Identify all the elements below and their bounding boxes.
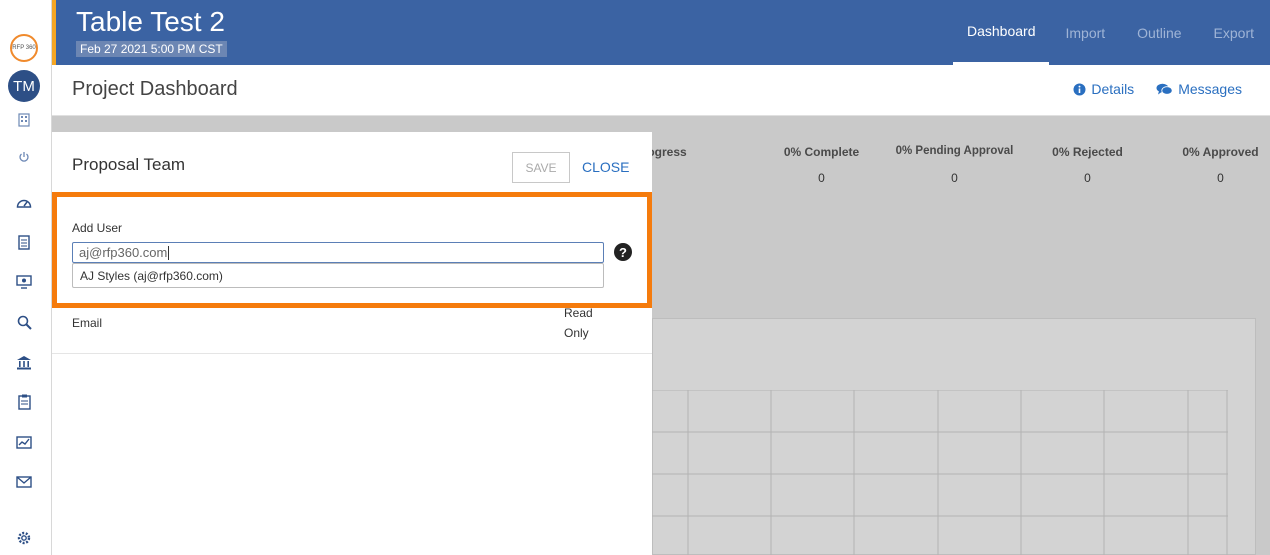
project-title: Table Test 2 (76, 6, 225, 37)
tab-export[interactable]: Export (1198, 0, 1270, 65)
chart-icon[interactable] (0, 430, 48, 454)
help-icon[interactable]: ? (614, 243, 632, 261)
building-icon[interactable] (0, 108, 48, 132)
messages-link[interactable]: Messages (1156, 81, 1242, 97)
stat-rejected: 0% Rejected 0 (1021, 145, 1154, 185)
document-icon[interactable] (0, 230, 48, 254)
top-nav: Dashboard Import Outline Export (952, 0, 1270, 65)
chart-grid (652, 390, 1228, 555)
stat-value: 0 (1084, 171, 1091, 185)
clipboard-icon[interactable] (0, 390, 48, 414)
email-input-value: aj@rfp360.com (79, 245, 168, 260)
project-due-date: Feb 27 2021 5:00 PM CST (76, 41, 227, 57)
details-link[interactable]: Details (1073, 81, 1134, 97)
modal-title: Proposal Team (72, 155, 186, 174)
power-icon[interactable] (0, 145, 48, 169)
stat-approved: 0% Approved 0 (1154, 145, 1270, 185)
status-summary: n Progress 0 0% Complete 0 0% Pending Ap… (622, 145, 1270, 185)
logo-text: RFP 360 (12, 45, 36, 51)
avatar-initials: TM (13, 77, 35, 95)
add-user-section: Add User aj@rfp360.com ? AJ Styles (aj@r… (52, 192, 652, 308)
messages-label: Messages (1178, 81, 1242, 97)
stat-value: 0 (1217, 171, 1224, 185)
presentation-icon[interactable] (0, 270, 48, 294)
user-suggestion-option[interactable]: AJ Styles (aj@rfp360.com) (72, 263, 604, 288)
tab-outline[interactable]: Outline (1121, 0, 1197, 65)
page-title: Project Dashboard (72, 78, 238, 100)
stat-complete: 0% Complete 0 (755, 145, 888, 185)
column-email: Email (72, 316, 103, 330)
details-label: Details (1091, 81, 1135, 97)
stat-value: 0 (951, 171, 958, 185)
tab-dashboard[interactable]: Dashboard (952, 0, 1050, 65)
comments-icon (1156, 83, 1173, 95)
tab-import[interactable]: Import (1049, 0, 1121, 65)
team-table-header: Email Read Only (52, 306, 652, 354)
add-user-label: Add User (72, 221, 123, 235)
accent-bar (52, 0, 56, 65)
column-read-only: Read Only (564, 306, 593, 340)
proposal-team-modal: Proposal Team SAVE CLOSE Add User aj@rfp… (52, 132, 652, 555)
sub-header-links: Details Messages (1073, 81, 1242, 97)
stat-label: 0% Complete (783, 145, 860, 159)
stat-label: 0% Approved (1182, 145, 1259, 159)
sub-header: Project Dashboard Details Messages (52, 65, 1270, 116)
mail-icon[interactable] (0, 470, 48, 494)
text-caret (168, 245, 170, 260)
bank-icon[interactable] (0, 350, 48, 374)
left-icon-rail: RFP 360 TM (0, 0, 52, 555)
stat-label: 0% Rejected (1052, 145, 1123, 159)
stat-label: 0% Pending Approval (895, 145, 1014, 157)
gear-icon[interactable] (0, 526, 48, 550)
add-user-email-input[interactable]: aj@rfp360.com (72, 242, 604, 263)
rfp360-logo[interactable]: RFP 360 (10, 34, 38, 62)
search-icon[interactable] (0, 310, 48, 334)
info-icon (1073, 83, 1086, 95)
save-button[interactable]: SAVE (512, 152, 570, 183)
close-button[interactable]: CLOSE (582, 159, 629, 175)
top-header: Table Test 2 Feb 27 2021 5:00 PM CST Das… (56, 0, 1270, 65)
stat-pending-approval: 0% Pending Approval 0 (888, 145, 1021, 185)
dashboard-gauge-icon[interactable] (0, 191, 48, 215)
stat-value: 0 (818, 171, 825, 185)
user-avatar[interactable]: TM (8, 70, 40, 102)
